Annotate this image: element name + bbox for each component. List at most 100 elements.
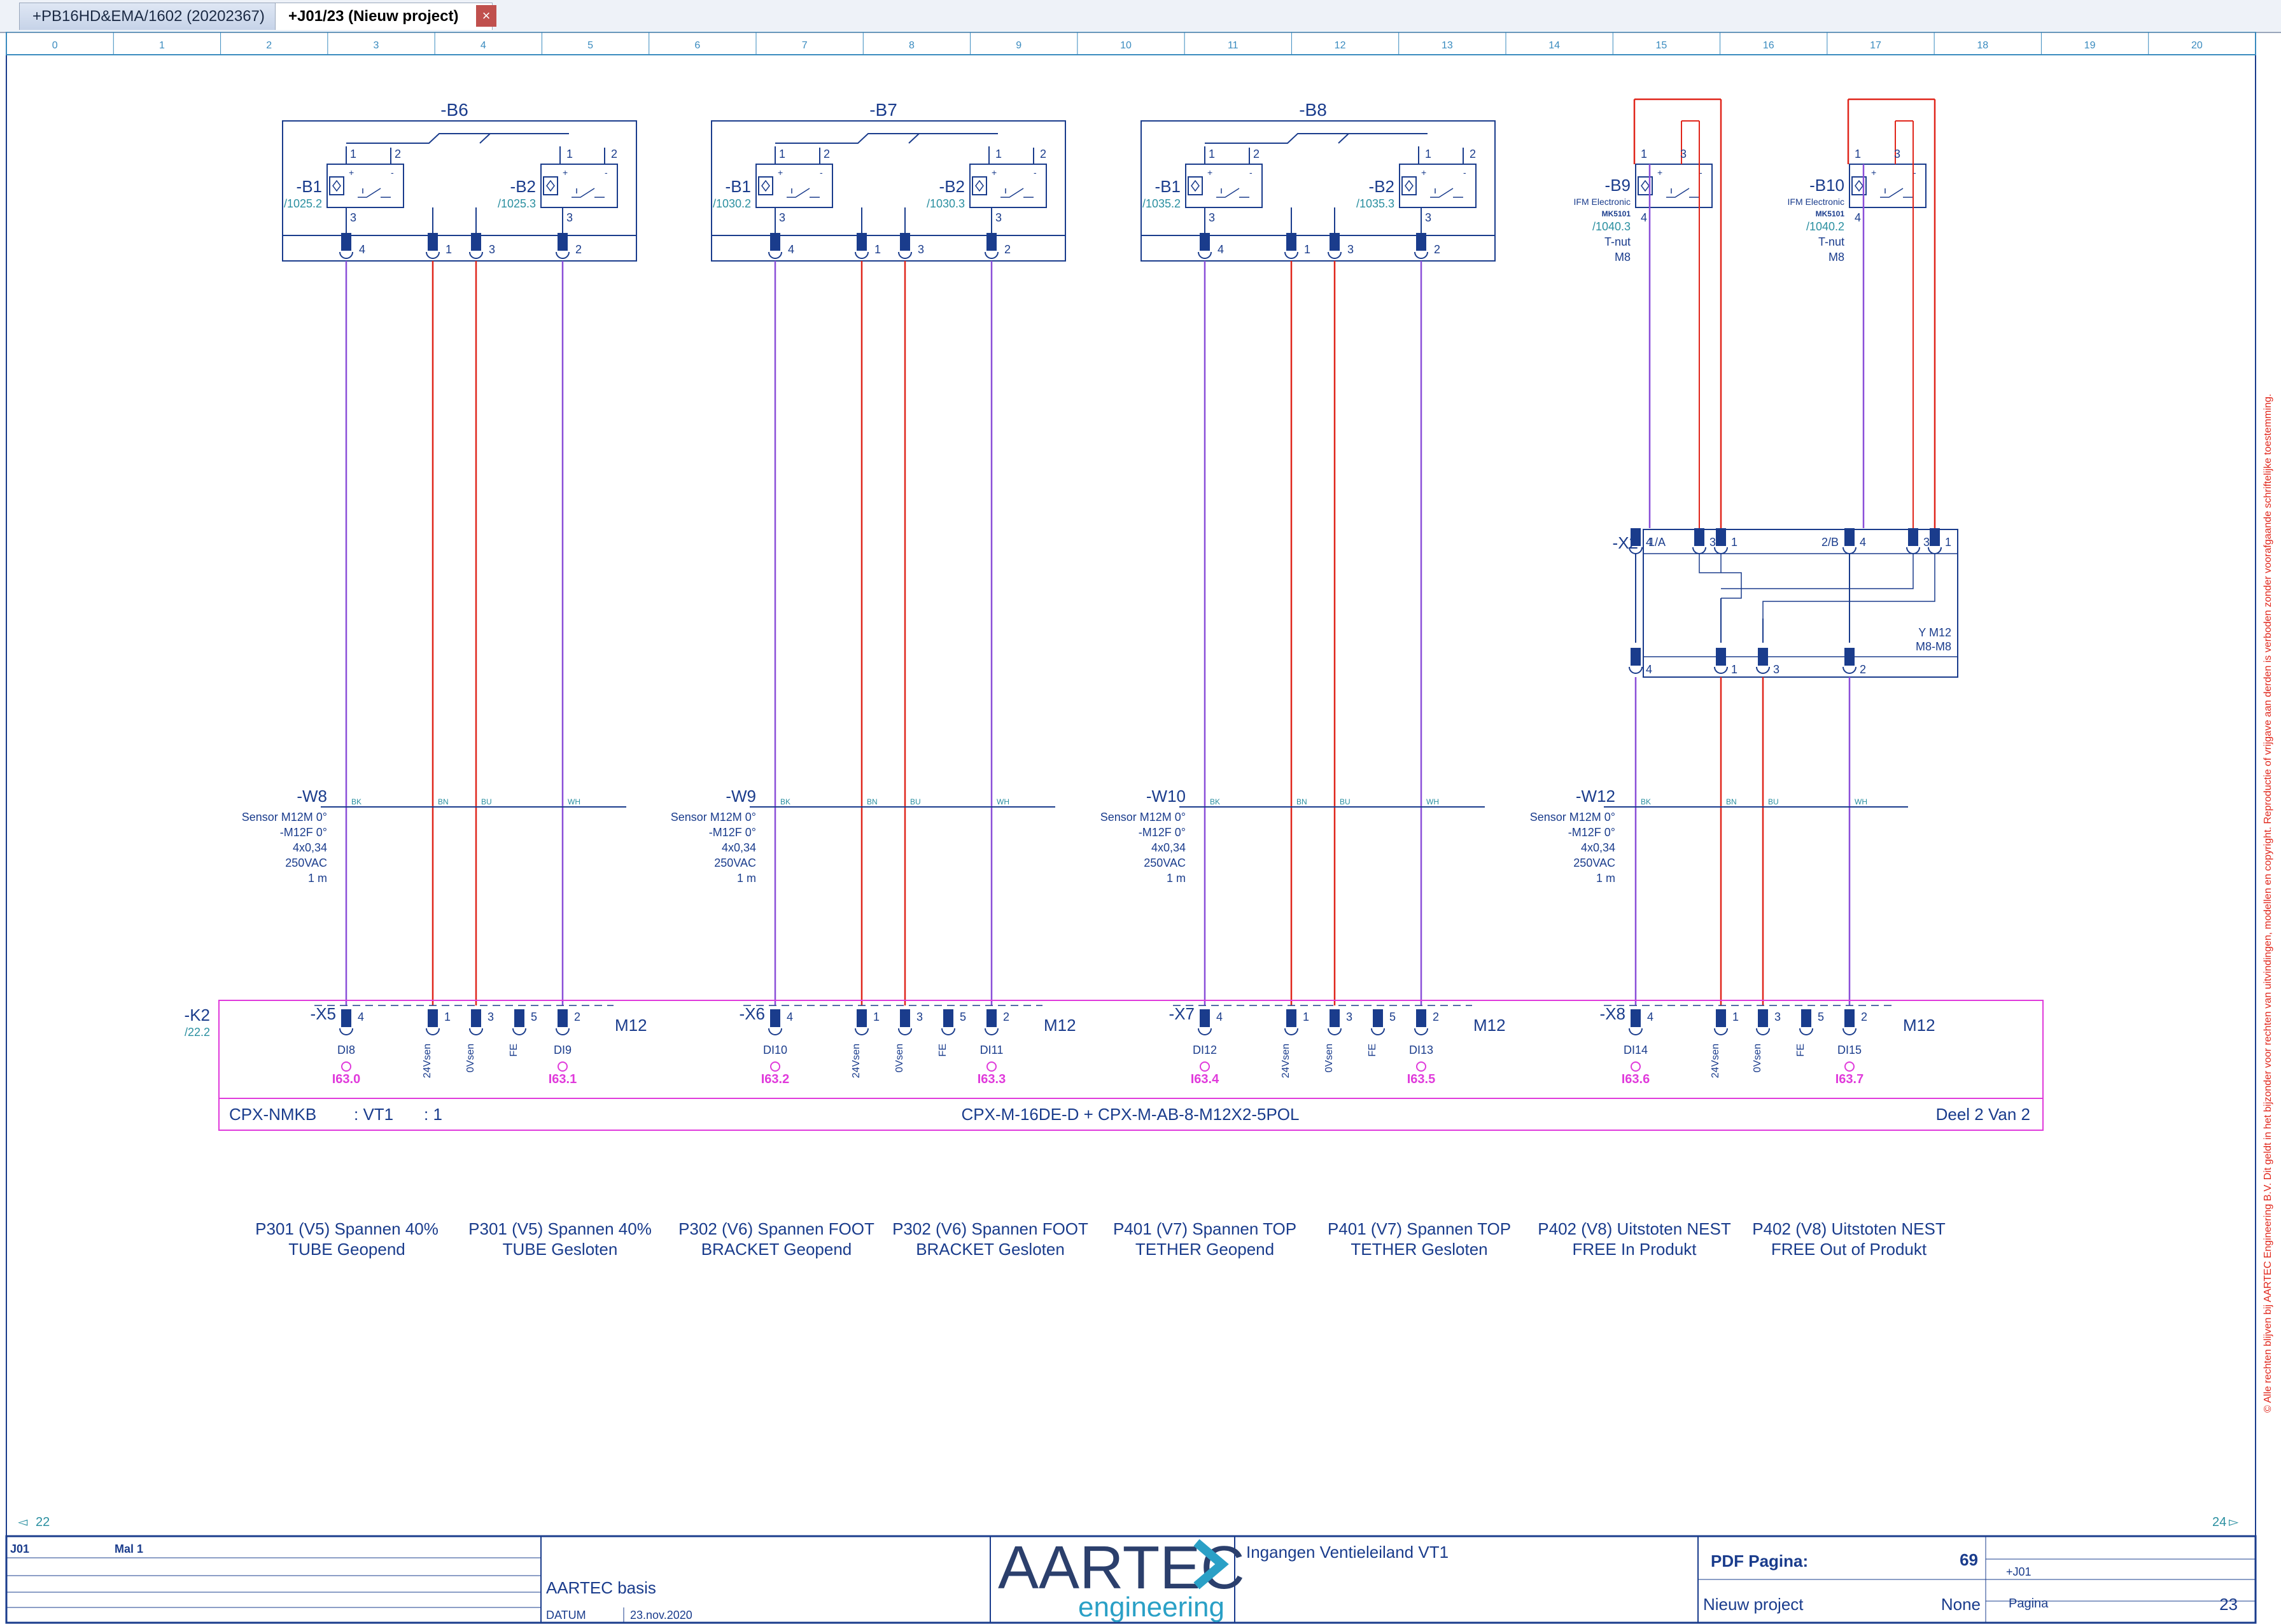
cable-spec-line: 250VAC — [1573, 857, 1615, 869]
pin-fe-label: FE — [509, 1044, 519, 1056]
pin-icon — [1200, 233, 1210, 251]
wire-color-code: WH — [997, 797, 1009, 806]
sensor-part: MK5101 — [1816, 209, 1845, 218]
socket-icon — [985, 251, 999, 259]
ruler-number: 10 — [1120, 40, 1132, 51]
pin-number: 4 — [1646, 663, 1652, 676]
next-page-number: 24 — [2212, 1515, 2226, 1529]
plc-address: I63.5 — [1407, 1072, 1435, 1086]
pin-number: 4 — [1218, 243, 1224, 256]
pin-icon — [428, 1009, 438, 1027]
description-line-1: P302 (V6) Spannen FOOT — [892, 1219, 1088, 1238]
cable-spec-line: Sensor M12M 0° — [1530, 811, 1615, 823]
socket-icon — [768, 251, 782, 259]
description-line-1: P402 (V8) Uitstoten NEST — [1752, 1219, 1946, 1238]
pin-number: 1 — [444, 1011, 451, 1023]
description-line-1: P301 (V5) Spannen 40% — [468, 1219, 652, 1238]
sensor-plus: + — [1657, 167, 1662, 178]
device-tag: -B8 — [1299, 100, 1327, 120]
module-left-label: CPX-NMKB — [229, 1105, 316, 1124]
ruler-number: 3 — [374, 40, 379, 51]
cable-tag: -W8 — [297, 787, 327, 806]
pin-icon — [1416, 1009, 1426, 1027]
pin-number: 4 — [1647, 1011, 1653, 1023]
wire-color-code: BU — [910, 797, 921, 806]
pin-number: 3 — [1209, 211, 1215, 224]
pin-number: 3 — [995, 211, 1002, 224]
wire-color-code: WH — [1855, 797, 1867, 806]
sensor-minus: - — [1034, 167, 1037, 178]
digital-input-label: DI13 — [1409, 1044, 1433, 1056]
function-descriptions: P301 (V5) Spannen 40% TUBE Geopend P301 (V… — [255, 1219, 1946, 1259]
device-tag: -B6 — [440, 100, 468, 120]
socket-icon — [1906, 547, 1920, 554]
pin-number: 4 — [1646, 536, 1652, 549]
tab-j01-23[interactable]: +J01/23 (Nieuw project) — [275, 3, 493, 30]
socket-icon — [1414, 1028, 1428, 1035]
description-line-1: P302 (V6) Spannen FOOT — [678, 1219, 874, 1238]
pin-number: 2 — [1004, 243, 1011, 256]
cable-spec-line: -M12F 0° — [1568, 826, 1615, 839]
wire-color-code: BN — [1726, 797, 1737, 806]
prev-page-number: 22 — [36, 1515, 50, 1529]
sensor-diamond-icon — [1641, 179, 1650, 192]
sensor-element-icon — [972, 176, 987, 195]
pin-number: 4 — [359, 243, 365, 256]
circuit-group-b6: -B6 + - -B1/1025.2 + - -B2/1025.3 1 2 1 2 3 3 4 1 3 2 -W8… — [242, 100, 647, 1086]
tab-pb16hd[interactable]: +PB16HD&EMA/1602 (20202367) — [19, 3, 281, 30]
socket-icon — [1714, 1028, 1728, 1035]
plc-address: I63.2 — [761, 1072, 789, 1086]
tb-pagina: 23 — [2219, 1595, 2238, 1614]
sensor-tag: -B2 — [510, 177, 536, 196]
pin-number: 3 — [1923, 536, 1930, 549]
pin-icon — [471, 1009, 481, 1027]
sensor-diamond-icon — [546, 179, 555, 192]
socket-icon — [512, 1028, 526, 1035]
socket-icon — [339, 251, 353, 259]
close-tab-icon[interactable]: × — [476, 5, 496, 27]
input-terminal-icon — [1416, 1061, 1426, 1072]
sensor-plus: + — [1207, 167, 1212, 178]
socket-icon — [1371, 1028, 1385, 1035]
pin-24v-label: 24Vsen — [1281, 1044, 1291, 1078]
splitter-port-label: 2/B — [1821, 536, 1839, 549]
cable-spec-line: 1 m — [1596, 872, 1615, 885]
sensor-diamond-icon — [1191, 179, 1200, 192]
pin-icon — [770, 233, 780, 251]
pin-number: 2 — [1003, 1011, 1009, 1023]
wire-color-code: WH — [1426, 797, 1439, 806]
pin-icon — [1286, 233, 1296, 251]
sensor-ref: /1030.2 — [713, 197, 751, 210]
sensor-line: T-nut — [1604, 235, 1631, 248]
prev-page-link[interactable]: ◅ 22 — [18, 1515, 50, 1529]
connector-tag: -X8 — [1600, 1004, 1625, 1023]
pin-number: 4 — [1641, 211, 1647, 224]
pin-number: 3 — [1709, 536, 1716, 549]
sensor-diamond-icon — [1855, 179, 1863, 192]
pin-number: 1 — [350, 148, 356, 160]
cable-spec-line: -M12F 0° — [709, 826, 756, 839]
pin-icon — [1286, 1009, 1296, 1027]
description-line-1: P401 (V7) Spannen TOP — [1113, 1219, 1296, 1238]
cable-spec-line: 250VAC — [714, 857, 756, 869]
pin-number: 1 — [1641, 148, 1647, 160]
cable-tag: -W9 — [726, 787, 756, 806]
input-terminal-icon — [558, 1061, 568, 1072]
sensor-element-icon — [1401, 176, 1417, 195]
ruler-number: 18 — [1977, 40, 1988, 51]
pin-number: 1 — [1303, 1011, 1309, 1023]
next-page-link[interactable]: 24 ▻ — [2212, 1515, 2239, 1529]
plc-address: I63.7 — [1835, 1072, 1863, 1086]
description-line-2: BRACKET Gesloten — [916, 1240, 1065, 1259]
wire-color-code: BK — [1641, 797, 1651, 806]
plc-address: I63.3 — [978, 1072, 1006, 1086]
ruler-number: 20 — [2191, 40, 2203, 51]
switch-contact-icon — [1880, 188, 1913, 198]
description-line-2: FREE Out of Produkt — [1771, 1240, 1927, 1259]
pin-number: 1 — [446, 243, 452, 256]
socket-icon — [1799, 1028, 1813, 1035]
pin-number: 3 — [488, 1011, 494, 1023]
socket-icon — [1692, 547, 1706, 554]
sensor-element-icon — [758, 176, 773, 195]
pin-number: 1 — [995, 148, 1002, 160]
